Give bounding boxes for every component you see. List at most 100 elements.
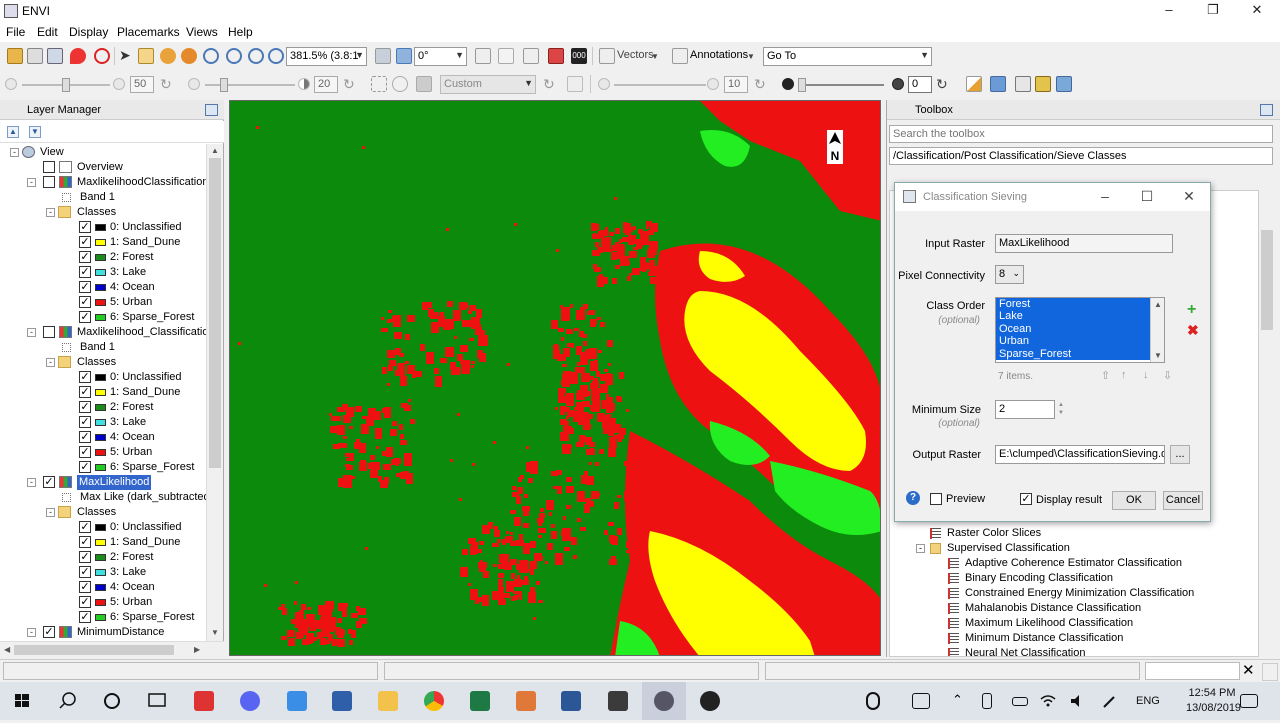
class-checkbox[interactable]: ✓ — [79, 611, 91, 623]
sharpen-value[interactable]: 10 — [724, 76, 748, 93]
class-checkbox[interactable]: ✓ — [79, 371, 91, 383]
connect-icon[interactable] — [912, 693, 930, 709]
layer-checkbox[interactable]: ✓ — [43, 626, 55, 638]
vectors-icon[interactable] — [599, 48, 615, 64]
volume-icon[interactable] — [1070, 694, 1084, 708]
class-layer-row[interactable]: ✓ 0: Unclassified — [0, 520, 206, 535]
image-viewer-icon[interactable] — [608, 691, 628, 711]
brightness-thumb[interactable] — [62, 78, 70, 92]
zoom-out-icon[interactable] — [248, 48, 264, 64]
expand-toggle-icon[interactable]: - — [10, 148, 19, 157]
excel-icon[interactable] — [470, 691, 490, 711]
zoom-in-icon[interactable] — [226, 48, 242, 64]
class-layer-row[interactable]: ✓ 2: Forest — [0, 550, 206, 565]
browse-button[interactable]: ... — [1170, 445, 1190, 464]
show-hidden-icons[interactable]: ⌃ — [952, 692, 963, 708]
class-layer-row[interactable]: ✓ 0: Unclassified — [0, 220, 206, 235]
minimum-size-input[interactable]: 2 — [995, 400, 1055, 419]
menu-display[interactable]: Display — [69, 25, 108, 39]
class-order-list[interactable]: Forest Lake Ocean Urban Sparse_Forest ▲ ▼ — [995, 297, 1165, 363]
crosshair-icon[interactable] — [94, 48, 110, 64]
move-down-icon[interactable]: ▼ — [29, 126, 41, 138]
battery-icon[interactable] — [1012, 697, 1028, 706]
restore-button[interactable]: ❐ — [1198, 2, 1228, 20]
placemark-icon[interactable] — [70, 48, 86, 64]
layer-checkbox[interactable]: ✓ — [43, 476, 55, 488]
transparency-thumb[interactable] — [798, 78, 806, 92]
toolbox-tool[interactable]: Maximum Likelihood Classification — [890, 616, 1258, 631]
rotation-combo[interactable]: 0° ▼ — [414, 47, 467, 66]
class-checkbox[interactable]: ✓ — [79, 416, 91, 428]
class-checkbox[interactable]: ✓ — [79, 251, 91, 263]
class-order-item[interactable]: Sparse_Forest — [996, 347, 1164, 360]
pen-icon[interactable] — [1102, 693, 1118, 709]
crosshairs-icon[interactable] — [498, 48, 514, 64]
class-checkbox[interactable]: ✓ — [79, 581, 91, 593]
class-order-item[interactable]: Lake — [996, 310, 1164, 323]
language-indicator[interactable]: ENG — [1136, 695, 1160, 707]
status-scroll[interactable] — [1262, 663, 1278, 681]
sharpen-reset-icon[interactable]: ↻ — [754, 76, 770, 92]
chrome-icon[interactable] — [424, 691, 444, 711]
class-checkbox[interactable]: ✓ — [79, 266, 91, 278]
goto-combo[interactable]: Go To ▼ — [763, 47, 932, 66]
remove-class-icon[interactable]: ✖ — [1187, 322, 1199, 339]
add-class-icon[interactable]: + — [1187, 301, 1196, 319]
dialog-minimize-button[interactable]: – — [1095, 188, 1115, 204]
toolbox-tool[interactable]: Raster Color Slices — [890, 526, 1258, 541]
start-button[interactable] — [0, 682, 44, 720]
contrast-reset-icon[interactable]: ↻ — [343, 76, 359, 92]
class-layer-row[interactable]: ✓ 1: Sand_Dune — [0, 535, 206, 550]
layer-checkbox[interactable] — [43, 176, 55, 188]
sharpen-slider[interactable] — [614, 84, 706, 86]
class-checkbox[interactable]: ✓ — [79, 221, 91, 233]
dropbox-icon[interactable] — [287, 691, 307, 711]
move-top-icon[interactable]: ⇧ — [1101, 369, 1110, 382]
brightness-reset-icon[interactable]: ↻ — [160, 76, 176, 92]
display-result-checkbox[interactable]: ✓ — [1020, 493, 1032, 505]
class-layer-row[interactable]: ✓ 0: Unclassified — [0, 370, 206, 385]
layer-tree-hscrollbar[interactable]: ◀ ▶ — [0, 641, 224, 657]
rotate-icon[interactable] — [181, 48, 197, 64]
rotate-right-icon[interactable] — [396, 48, 412, 64]
histogram-icon[interactable] — [567, 76, 583, 92]
zoom-full-icon[interactable] — [268, 48, 284, 64]
layer-tree-scrollbar[interactable]: ▲ ▼ — [206, 144, 223, 641]
expand-toggle-icon[interactable]: - — [46, 508, 55, 517]
toolbox-folder[interactable]: - Supervised Classification — [890, 541, 1258, 556]
annotations-icon[interactable] — [672, 48, 688, 64]
class-checkbox[interactable]: ✓ — [79, 431, 91, 443]
class-checkbox[interactable]: ✓ — [79, 521, 91, 533]
toolbox-tool[interactable]: Neural Net Classification — [890, 646, 1258, 656]
menu-file[interactable]: File — [6, 25, 25, 39]
minimize-button[interactable]: – — [1154, 2, 1184, 20]
band-layer-row[interactable]: Max Like (dark_subtracted) — [0, 490, 206, 505]
search-icon[interactable] — [46, 682, 90, 720]
toolbox-tool[interactable]: Adaptive Coherence Estimator Classificat… — [890, 556, 1258, 571]
class-checkbox[interactable]: ✓ — [79, 551, 91, 563]
stretch-refresh-icon[interactable]: ↻ — [543, 76, 559, 92]
expand-toggle-icon[interactable]: - — [27, 178, 36, 187]
dialog-close-button[interactable]: ✕ — [1179, 188, 1199, 205]
contrast-thumb[interactable] — [220, 78, 228, 92]
powerpoint-icon[interactable] — [516, 691, 536, 711]
status-close-icon[interactable]: ✕ — [1242, 661, 1255, 679]
toolbox-tool[interactable]: Binary Encoding Classification — [890, 571, 1258, 586]
input-raster-field[interactable]: MaxLikelihood — [995, 234, 1173, 253]
profile-icon[interactable] — [548, 48, 564, 64]
class-checkbox[interactable]: ✓ — [79, 296, 91, 308]
toolbox-scrollbar[interactable] — [1259, 190, 1275, 657]
file-explorer-icon[interactable] — [378, 691, 398, 711]
stretch-lock-icon[interactable] — [416, 76, 432, 92]
toolbox-search-input[interactable] — [889, 125, 1273, 143]
class-layer-row[interactable]: ✓ 1: Sand_Dune — [0, 385, 206, 400]
class-layer-row[interactable]: ✓ 2: Forest — [0, 400, 206, 415]
wifi-icon[interactable] — [1040, 694, 1056, 708]
class-layer-row[interactable]: ✓ 4: Ocean — [0, 280, 206, 295]
class-layer-row[interactable]: ✓ 2: Forest — [0, 250, 206, 265]
class-checkbox[interactable]: ✓ — [79, 446, 91, 458]
move-down-item-icon[interactable]: ↓ — [1143, 369, 1149, 381]
toolbox-scroll-thumb[interactable] — [1261, 230, 1273, 330]
zoom-combo[interactable]: 381.5% (3.8:1 ▼ — [286, 47, 367, 66]
raster-layer-row[interactable]: - ✓ MinimumDistance — [0, 625, 206, 640]
